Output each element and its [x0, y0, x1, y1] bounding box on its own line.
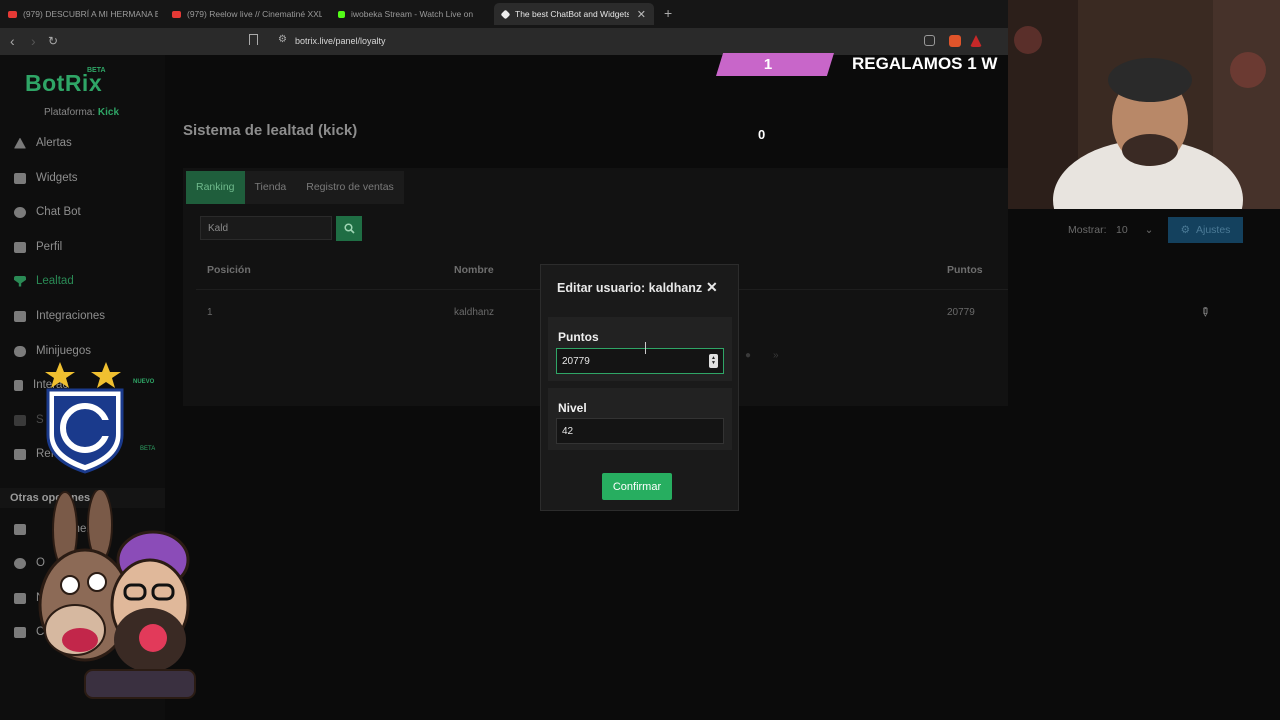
reload-icon[interactable]: ↻ [48, 34, 58, 48]
text-cursor [645, 342, 648, 354]
row-points: 20779 [947, 307, 975, 318]
points-input[interactable] [556, 348, 724, 374]
browser-tab[interactable]: (979) Reelow live // Cinematiné XXL [172, 3, 322, 25]
tab-ranking[interactable]: Ranking [186, 171, 245, 204]
confirm-button[interactable]: Confirmar [602, 473, 672, 500]
close-icon[interactable]: ✕ [706, 279, 718, 296]
mascot-illustration [38, 490, 196, 699]
row-position: 1 [207, 307, 213, 318]
settings-button[interactable]: ⚙ Ajustes [1168, 217, 1243, 243]
sidebar-item-integraciones[interactable]: Integraciones [14, 310, 105, 322]
gears-icon: ⚙ [1180, 224, 1190, 236]
sidebar-item-chatbot[interactable]: Chat Bot [14, 206, 81, 218]
browser-tab-active[interactable]: The best ChatBot and Widgets fo ✕ [494, 3, 654, 25]
webcam-feed [1008, 0, 1280, 209]
youtube-icon [8, 10, 17, 18]
widgets-icon [14, 172, 26, 184]
beta-tag: BETA [140, 446, 156, 452]
column-header-name[interactable]: Nombre [454, 264, 494, 276]
edit-pencil-icon[interactable]: ✎ [1197, 303, 1214, 320]
warning-icon [14, 137, 26, 149]
beta-badge: BETA [87, 67, 106, 74]
new-tab-button[interactable]: + [664, 5, 672, 21]
browser-tab[interactable]: iwobeka Stream - Watch Live on [338, 3, 483, 25]
overlay-badge: 0 [758, 127, 766, 142]
level-label: Nivel [558, 401, 587, 415]
pagination-dot[interactable]: ● [745, 350, 751, 361]
sidebar-item-alertas[interactable]: Alertas [14, 137, 72, 149]
menu-icon [14, 414, 26, 426]
page-size-select[interactable]: 10 ⌄ [1112, 220, 1160, 240]
brave-shield-icon[interactable] [949, 35, 961, 47]
promo-number: 1 [763, 56, 773, 73]
sidebar-item-widgets[interactable]: Widgets [14, 172, 78, 184]
level-input[interactable] [556, 418, 724, 444]
browser-tab-bar: (979) DESCUBRÍ A MI HERMANA EN (979) Ree… [0, 0, 1008, 28]
brave-rewards-icon[interactable] [970, 35, 982, 47]
number-stepper-icon[interactable]: ▲ ▼ [709, 354, 718, 368]
site-settings-icon[interactable]: ⚙ [278, 34, 287, 45]
bookmark-icon[interactable] [249, 34, 258, 45]
promo-text: REGALAMOS 1 W [852, 54, 998, 73]
edit-user-modal: Editar usuario: kaldhanz ✕ Puntos ▲▼ Niv… [540, 264, 739, 511]
address-bar-row: ‹ › ↻ ⚙ botrix.live/panel/loyalty [0, 28, 1008, 55]
loyalty-tabs: Ranking Tienda Registro de ventas [186, 171, 404, 204]
youtube-icon [172, 10, 181, 18]
level-group: Nivel [548, 388, 732, 450]
row-name: kaldhanz [454, 307, 495, 318]
tab-registro-ventas[interactable]: Registro de ventas [296, 171, 404, 204]
search-input[interactable] [200, 216, 332, 240]
sidebar-item-lealtad[interactable]: Lealtad [14, 275, 74, 287]
music-icon [14, 379, 23, 391]
new-tag: NUEVO [133, 379, 155, 385]
points-group: Puntos ▲▼ [548, 317, 732, 381]
page-title: Sistema de lealtad (kick) [183, 122, 358, 139]
column-header-points[interactable]: Puntos [947, 264, 983, 276]
sidebar-item-minijuegos[interactable]: Minijuegos [14, 345, 91, 357]
streamer-webcam-image [1008, 0, 1280, 209]
browser-tab[interactable]: (979) DESCUBRÍ A MI HERMANA EN [8, 3, 158, 25]
sidebar-item-perfil[interactable]: Perfil [14, 241, 62, 253]
platform-label: Plataforma: Kick [44, 107, 120, 118]
id-card-icon [14, 241, 26, 253]
search-icon [343, 223, 355, 234]
botrix-icon [500, 9, 511, 19]
chevron-down-icon: ⌄ [1144, 224, 1154, 236]
modal-title: Editar usuario: kaldhanz [557, 281, 703, 295]
column-header-position[interactable]: Posición [207, 264, 251, 276]
back-icon[interactable]: ‹ [10, 33, 15, 49]
trophy-icon [14, 275, 26, 287]
pagination-next-icon[interactable]: » [773, 350, 779, 361]
points-label: Puntos [558, 330, 599, 344]
kick-icon [338, 10, 345, 18]
search-button[interactable] [336, 216, 362, 241]
share-icon[interactable] [924, 35, 935, 46]
robot-icon [14, 206, 26, 218]
forward-icon[interactable]: › [31, 33, 36, 49]
show-label: Mostrar: [1068, 224, 1107, 236]
close-tab-icon[interactable]: ✕ [637, 8, 646, 21]
url-field[interactable]: botrix.live/panel/loyalty [295, 36, 386, 46]
gamepad-icon [14, 345, 26, 357]
users-icon [14, 448, 26, 460]
integrations-icon [14, 310, 26, 322]
tab-tienda[interactable]: Tienda [245, 171, 297, 204]
botrix-logo[interactable]: BotRix [25, 70, 102, 97]
club-crest-icon [45, 362, 124, 474]
